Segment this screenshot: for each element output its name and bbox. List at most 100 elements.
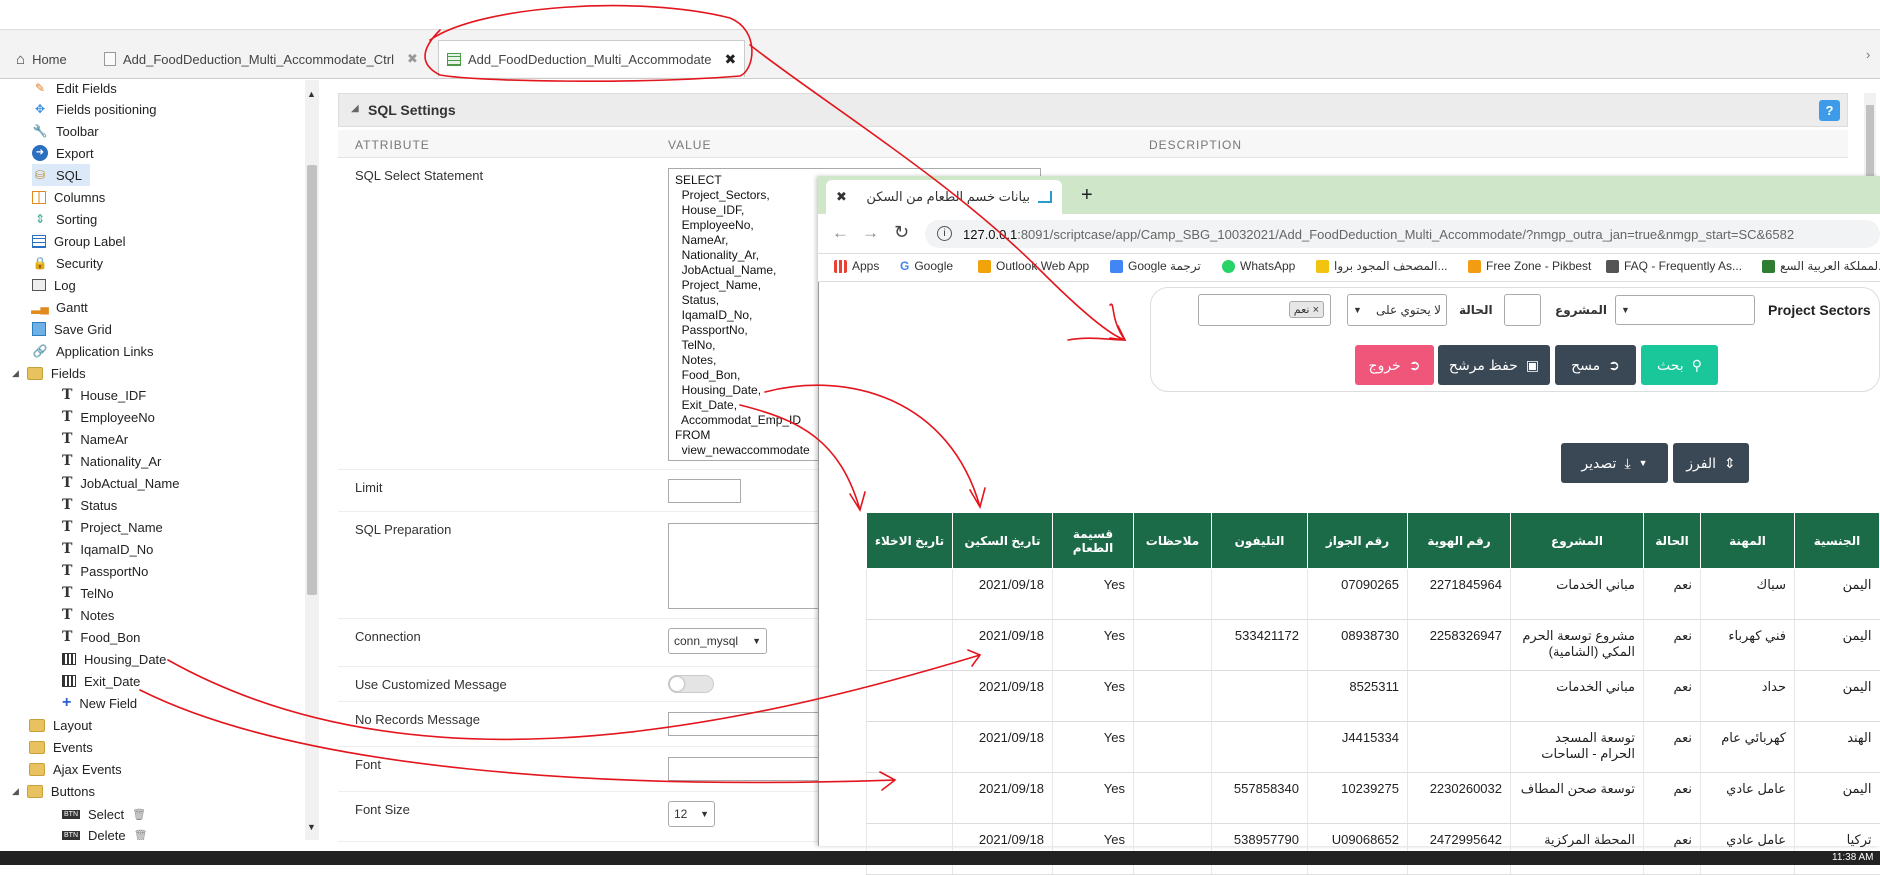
scroll-up-icon[interactable]: ▲: [307, 89, 316, 99]
close-tab-icon[interactable]: ✖: [407, 51, 418, 67]
sidebar-item-sorting[interactable]: ⇕ Sorting: [32, 208, 97, 230]
field-item[interactable]: T PassportNo: [62, 560, 148, 582]
project-input[interactable]: [1504, 294, 1541, 326]
table-row[interactable]: الهند كهربائي عام نعم توسعة المسجد الحرام -…: [866, 721, 1880, 773]
sidebar-item-fields-positioning[interactable]: ✥ Fields positioning: [32, 98, 156, 120]
sidebar-item-application-links[interactable]: 🔗 Application Links: [32, 340, 154, 362]
font-size-select[interactable]: 12 ▼: [668, 801, 715, 827]
limit-input[interactable]: [668, 479, 741, 503]
button-item-select[interactable]: BTN Select 🗑: [62, 803, 146, 825]
col-exit-date[interactable]: تاريخ الاخلاء: [866, 512, 953, 569]
field-item[interactable]: Housing_Date: [62, 648, 166, 670]
table-row[interactable]: اليمن سباك نعم مباني الخدمات 2271845964 07090…: [866, 568, 1880, 620]
collapse-icon[interactable]: ◢: [12, 786, 19, 797]
sort-button[interactable]: الفرز ⇕: [1673, 443, 1749, 483]
chip-remove-icon[interactable]: ×: [1313, 304, 1319, 316]
tab-ctrl[interactable]: Add_FoodDeduction_Multi_Accommodate_Ctrl…: [96, 42, 426, 76]
url-bar[interactable]: i 127.0.0.1:8091/scriptcase/app/Camp_SBG…: [925, 220, 1880, 248]
sidebar-folder-layout[interactable]: Layout: [12, 714, 92, 736]
no-records-input[interactable]: [668, 712, 828, 736]
bookmark-outlook[interactable]: Outlook Web App: [978, 259, 1089, 273]
status-value-input[interactable]: × نعم: [1198, 294, 1331, 326]
col-housing-date[interactable]: تاريخ السكين: [952, 512, 1053, 569]
close-tab-icon[interactable]: ✖: [836, 189, 847, 205]
field-item[interactable]: T House_IDF: [62, 384, 146, 406]
sidebar-item-save-grid[interactable]: Save Grid: [32, 318, 112, 340]
sidebar-folder-buttons[interactable]: ◢ Buttons: [12, 780, 95, 802]
table-row[interactable]: اليمن فني كهرباء نعم مشروع توسعة الحرم المك…: [866, 619, 1880, 671]
field-item[interactable]: T NameAr: [62, 428, 128, 450]
field-item[interactable]: T Nationality_Ar: [62, 450, 161, 472]
table-row[interactable]: اليمن حداد نعم مباني الخدمات 8525311 Yes 2021/…: [866, 670, 1880, 722]
field-item[interactable]: T EmployeeNo: [62, 406, 155, 428]
table-row[interactable]: تركيا عامل عادي نعم المحطة المركزية 24729956…: [866, 823, 1880, 875]
export-button[interactable]: تصدير ⤓ ▼: [1561, 443, 1668, 483]
sidebar-item-edit-fields[interactable]: ✎ Edit Fields: [32, 80, 117, 99]
field-item[interactable]: Exit_Date: [62, 670, 140, 692]
field-item[interactable]: T Notes: [62, 604, 114, 626]
col-status[interactable]: الحالة: [1643, 512, 1701, 569]
field-item[interactable]: T IqamaID_No: [62, 538, 153, 560]
search-button[interactable]: بحث ⚲: [1641, 345, 1718, 385]
project-sectors-select[interactable]: ▼: [1615, 295, 1755, 325]
sidebar-item-columns[interactable]: Columns: [32, 186, 105, 208]
scroll-down-icon[interactable]: ▼: [307, 822, 316, 832]
trash-icon[interactable]: 🗑: [132, 808, 146, 821]
col-passport[interactable]: رقم الجواز: [1307, 512, 1408, 569]
bookmark-google[interactable]: G Google: [900, 259, 953, 273]
help-button[interactable]: ?: [1819, 100, 1840, 121]
tabs-scroll-right-icon[interactable]: ›: [1866, 47, 1870, 62]
connection-select[interactable]: conn_mysql ▼: [668, 628, 767, 654]
new-tab-icon[interactable]: +: [1081, 184, 1093, 207]
col-food-voucher[interactable]: قسيمة الطعام: [1052, 512, 1134, 569]
field-item[interactable]: T Project_Name: [62, 516, 163, 538]
bookmark-apps[interactable]: Apps: [834, 259, 879, 273]
field-item[interactable]: T TelNo: [62, 582, 114, 604]
col-notes[interactable]: ملاحظات: [1133, 512, 1212, 569]
col-project[interactable]: المشروع: [1510, 512, 1644, 569]
bookmark-pikbest[interactable]: Free Zone - Pikbest: [1468, 259, 1591, 273]
sidebar-item-security[interactable]: 🔒 Security: [32, 252, 103, 274]
clear-button[interactable]: مسح ➲: [1555, 345, 1636, 385]
col-phone[interactable]: التليفون: [1211, 512, 1308, 569]
sidebar-item-log[interactable]: Log: [32, 274, 76, 296]
exit-button[interactable]: خروج ➲: [1355, 345, 1434, 385]
bookmark-faq[interactable]: FAQ - Frequently As...: [1606, 259, 1742, 273]
reload-icon[interactable]: ↻: [894, 222, 909, 243]
sidebar-item-gantt[interactable]: ▂▄ Gantt: [31, 296, 88, 318]
status-chip[interactable]: × نعم: [1288, 301, 1324, 318]
collapse-icon[interactable]: ◢: [12, 368, 19, 379]
close-tab-icon[interactable]: ✖: [725, 51, 737, 68]
trash-icon[interactable]: 🗑: [134, 829, 148, 841]
status-operator-select[interactable]: لا يحتوي على ▼: [1347, 294, 1447, 326]
sidebar-item-group-label[interactable]: Group Label: [32, 230, 126, 252]
forward-icon[interactable]: →: [862, 223, 879, 243]
col-id-number[interactable]: رقم الهوية: [1407, 512, 1511, 569]
back-icon[interactable]: ←: [832, 223, 849, 243]
field-item[interactable]: T JobActual_Name: [62, 472, 179, 494]
font-input[interactable]: [668, 757, 828, 781]
tab-grid-active[interactable]: Add_FoodDeduction_Multi_Accommodate ✖: [438, 40, 746, 77]
collapse-panel-icon[interactable]: ◢: [351, 103, 359, 114]
new-field-item[interactable]: + New Field: [62, 692, 137, 714]
button-item-delete[interactable]: BTN Delete 🗑: [62, 824, 148, 840]
browser-tab[interactable]: بيانات خسم الطعام من السكن ✖: [826, 180, 1062, 214]
col-profession[interactable]: المهنة: [1700, 512, 1795, 569]
save-filter-button[interactable]: حفظ مرشح ▣: [1438, 345, 1550, 385]
sql-preparation-textarea[interactable]: [668, 523, 828, 609]
sidebar-folder-ajax-events[interactable]: Ajax Events: [12, 758, 122, 780]
sidebar-folder-fields[interactable]: ◢ Fields: [12, 362, 86, 384]
sidebar-item-sql[interactable]: ⛁ SQL: [32, 164, 91, 186]
tab-home[interactable]: ⌂ Home: [8, 42, 75, 76]
col-nationality[interactable]: الجنسية: [1794, 512, 1880, 569]
bookmark-quran[interactable]: المصحف المجود بروا...: [1316, 259, 1448, 273]
custom-message-toggle[interactable]: [668, 675, 714, 693]
sidebar-folder-events[interactable]: Events: [12, 736, 93, 758]
sidebar-item-export[interactable]: ➜ Export: [32, 142, 94, 164]
sidebar-item-toolbar[interactable]: 🔧 Toolbar: [32, 120, 99, 142]
field-item[interactable]: T Food_Bon: [62, 626, 140, 648]
field-item[interactable]: T Status: [62, 494, 117, 516]
sidebar-scrollbar-thumb[interactable]: [307, 165, 317, 595]
bookmark-saudi[interactable]: لمملكة العربية السع...: [1762, 259, 1880, 273]
table-row[interactable]: اليمن عامل عادي نعم توسعة صحن المطاف 2230260…: [866, 772, 1880, 824]
